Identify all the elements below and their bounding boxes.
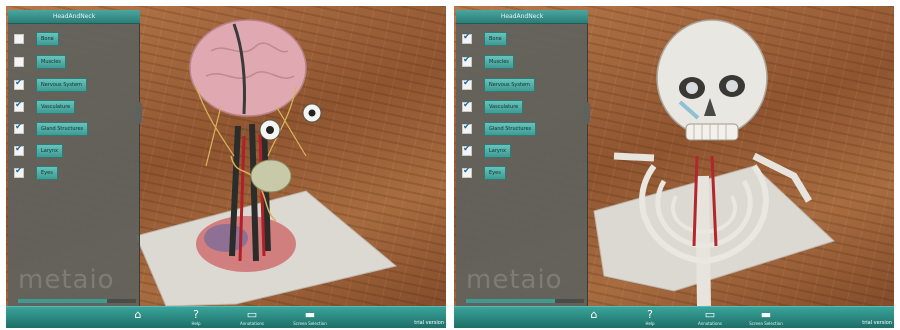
layer-button-larynx[interactable]: Larynx bbox=[36, 144, 63, 158]
layer-button-bone[interactable]: Bone bbox=[36, 32, 59, 46]
layers-panel: HeadAndNeck ✔ Bone ✔ Muscles ✔ Nervous S… bbox=[456, 10, 588, 306]
layer-row-vasculature[interactable]: ✔ Vasculature bbox=[12, 100, 132, 116]
checkmark-icon: ✔ bbox=[15, 78, 23, 88]
layer-row-nervous-system[interactable]: ✔ Nervous System bbox=[12, 78, 132, 94]
toolbar-help-button[interactable]: ? Help bbox=[176, 309, 216, 328]
layer-button-gland-structures[interactable]: Gland Structures bbox=[36, 122, 89, 136]
panel-scroll-thumb[interactable] bbox=[466, 299, 555, 303]
layer-row-larynx[interactable]: ✔ Larynx bbox=[460, 144, 580, 160]
metaio-watermark: metaio bbox=[466, 265, 563, 295]
help-icon: ? bbox=[647, 308, 653, 321]
layer-row-muscles[interactable]: ✔ Muscles bbox=[460, 55, 580, 71]
layers-panel: HeadAndNeck Bone Muscles ✔ Nervous Syste… bbox=[8, 10, 140, 306]
ar-screen-left: HeadAndNeck Bone Muscles ✔ Nervous Syste… bbox=[6, 6, 446, 328]
trial-version-label: trial version bbox=[414, 320, 444, 326]
layer-row-eyes[interactable]: ✔ Eyes bbox=[12, 166, 132, 182]
bottom-toolbar: ⌂ ? Help ▭ Annotations ▬ Screen Selectio… bbox=[6, 306, 446, 328]
layer-button-gland-structures[interactable]: Gland Structures bbox=[484, 122, 537, 136]
layer-button-eyes[interactable]: Eyes bbox=[36, 166, 58, 180]
layer-button-eyes[interactable]: Eyes bbox=[484, 166, 506, 180]
layer-button-vasculature[interactable]: Vasculature bbox=[36, 100, 76, 114]
layer-checkbox-bone[interactable]: ✔ bbox=[462, 32, 472, 44]
toolbar-screen-selection-button[interactable]: ▬ Screen Selection bbox=[290, 309, 330, 328]
checkmark-icon: ✔ bbox=[463, 55, 471, 65]
ar-screen-right: HeadAndNeck ✔ Bone ✔ Muscles ✔ Nervous S… bbox=[454, 6, 894, 328]
layer-row-eyes[interactable]: ✔ Eyes bbox=[460, 166, 580, 182]
panel-scrollbar[interactable] bbox=[18, 299, 136, 303]
checkmark-icon: ✔ bbox=[463, 166, 471, 176]
layer-checkbox-eyes[interactable]: ✔ bbox=[462, 166, 472, 178]
layer-row-bone[interactable]: Bone bbox=[12, 32, 132, 48]
layer-checkbox-nervous-system[interactable]: ✔ bbox=[14, 78, 24, 90]
checkmark-icon: ✔ bbox=[463, 144, 471, 154]
bottom-toolbar: ⌂ ? Help ▭ Annotations ▬ Screen Selectio… bbox=[454, 306, 894, 328]
annotations-icon: ▭ bbox=[246, 308, 258, 321]
layer-row-gland-structures[interactable]: ✔ Gland Structures bbox=[12, 122, 132, 138]
panel-title: HeadAndNeck bbox=[456, 10, 588, 24]
layer-checkbox-bone[interactable] bbox=[14, 34, 24, 44]
layer-checkbox-gland-structures[interactable]: ✔ bbox=[14, 122, 24, 134]
layer-button-nervous-system[interactable]: Nervous System bbox=[484, 78, 535, 92]
layer-button-muscles[interactable]: Muscles bbox=[484, 55, 514, 69]
home-icon: ⌂ bbox=[134, 308, 142, 321]
panel-scrollbar[interactable] bbox=[466, 299, 584, 303]
layer-checkbox-muscles[interactable]: ✔ bbox=[462, 55, 472, 67]
layer-button-vasculature[interactable]: Vasculature bbox=[484, 100, 524, 114]
screen-selection-icon: ▬ bbox=[304, 308, 316, 321]
checkmark-icon: ✔ bbox=[463, 122, 471, 132]
skull-model bbox=[656, 19, 768, 137]
layer-row-vasculature[interactable]: ✔ Vasculature bbox=[460, 100, 580, 116]
checkmark-icon: ✔ bbox=[463, 100, 471, 110]
layer-checkbox-muscles[interactable] bbox=[14, 57, 24, 67]
trial-version-label: trial version bbox=[862, 320, 892, 326]
toolbar-annotations-button[interactable]: ▭ Annotations bbox=[690, 309, 730, 328]
checkmark-icon: ✔ bbox=[463, 32, 471, 42]
panel-title: HeadAndNeck bbox=[8, 10, 140, 24]
metaio-watermark: metaio bbox=[18, 265, 115, 295]
toolbar-screen-selection-button[interactable]: ▬ Screen Selection bbox=[746, 309, 786, 328]
spine-model bbox=[695, 175, 711, 306]
checkmark-icon: ✔ bbox=[15, 166, 23, 176]
layer-row-gland-structures[interactable]: ✔ Gland Structures bbox=[460, 122, 580, 138]
checkmark-icon: ✔ bbox=[15, 122, 23, 132]
checkmark-icon: ✔ bbox=[15, 144, 23, 154]
annotations-icon: ▭ bbox=[704, 308, 716, 321]
toolbar-help-button[interactable]: ? Help bbox=[630, 309, 670, 328]
layer-row-nervous-system[interactable]: ✔ Nervous System bbox=[460, 78, 580, 94]
layer-row-muscles[interactable]: Muscles bbox=[12, 55, 132, 71]
panel-scroll-thumb[interactable] bbox=[18, 299, 107, 303]
checkmark-icon: ✔ bbox=[15, 100, 23, 110]
toolbar-home-button[interactable]: ⌂ bbox=[118, 309, 158, 328]
toolbar-home-button[interactable]: ⌂ bbox=[574, 309, 614, 328]
layer-row-bone[interactable]: ✔ Bone bbox=[460, 32, 580, 48]
layer-checkbox-vasculature[interactable]: ✔ bbox=[462, 100, 472, 112]
brain-model bbox=[189, 19, 307, 117]
layer-checkbox-vasculature[interactable]: ✔ bbox=[14, 100, 24, 112]
layer-button-bone[interactable]: Bone bbox=[484, 32, 507, 46]
layer-row-larynx[interactable]: ✔ Larynx bbox=[12, 144, 132, 160]
help-icon: ? bbox=[193, 308, 199, 321]
layer-button-nervous-system[interactable]: Nervous System bbox=[36, 78, 87, 92]
layer-checkbox-gland-structures[interactable]: ✔ bbox=[462, 122, 472, 134]
checkmark-icon: ✔ bbox=[463, 78, 471, 88]
home-icon: ⌂ bbox=[590, 308, 598, 321]
panel-collapse-handle[interactable] bbox=[136, 102, 142, 124]
screen-selection-icon: ▬ bbox=[760, 308, 772, 321]
gland-structures bbox=[250, 159, 292, 193]
toolbar-annotations-button[interactable]: ▭ Annotations bbox=[232, 309, 272, 328]
panel-collapse-handle[interactable] bbox=[584, 102, 590, 124]
layer-button-larynx[interactable]: Larynx bbox=[484, 144, 511, 158]
layer-checkbox-larynx[interactable]: ✔ bbox=[462, 144, 472, 156]
layer-checkbox-nervous-system[interactable]: ✔ bbox=[462, 78, 472, 90]
layer-checkbox-larynx[interactable]: ✔ bbox=[14, 144, 24, 156]
layer-checkbox-eyes[interactable]: ✔ bbox=[14, 166, 24, 178]
layer-button-muscles[interactable]: Muscles bbox=[36, 55, 66, 69]
